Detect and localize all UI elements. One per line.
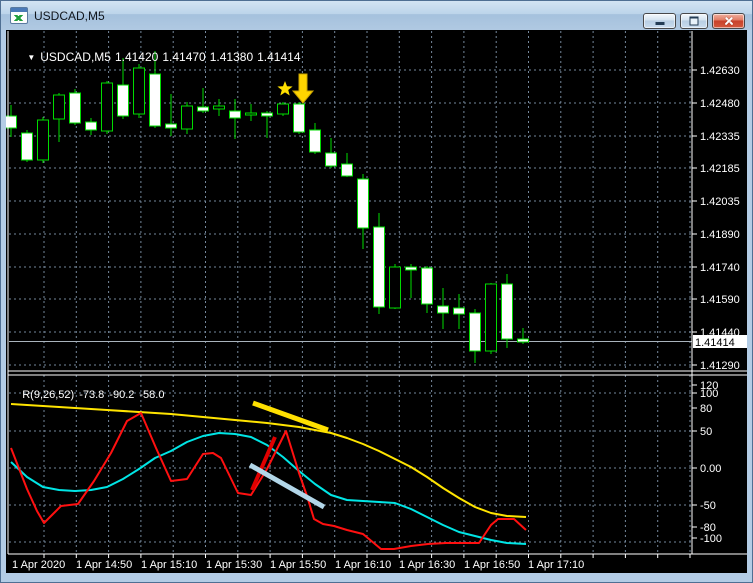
candle-body (85, 121, 97, 131)
time-axis-label: 1 Apr 2020 (12, 559, 65, 571)
candle-body (485, 283, 497, 352)
price-axis-label: 1.42630 (700, 65, 740, 77)
price-axis-label: 1.42035 (700, 196, 740, 208)
quote-open: 1.41420 (114, 50, 159, 64)
chart-window: USDCAD,M5 1.42630 1.42480 1.42335 1.42185 1.… (0, 0, 753, 583)
candle-body (53, 94, 65, 120)
candle-body (165, 123, 177, 129)
candle-body (197, 106, 209, 112)
candle-body (341, 163, 353, 177)
chart-canvas[interactable]: 1.42630 1.42480 1.42335 1.42185 1.42035 1.418… (6, 30, 747, 573)
candle-body (117, 84, 129, 117)
minimize-icon (655, 22, 664, 25)
chart-app-icon (10, 7, 28, 24)
candle-body (309, 129, 321, 153)
indicator-value-1: -73.8 (79, 389, 105, 401)
candle-body (405, 266, 417, 271)
candle-body (501, 283, 513, 340)
time-axis-label: 1 Apr 15:30 (206, 559, 262, 571)
trendline-lightblue (248, 462, 326, 510)
title-bar[interactable]: USDCAD,M5 (1, 1, 752, 30)
collapse-marker-icon[interactable]: ▼ (27, 53, 35, 62)
quote-symbol: USDCAD,M5 (40, 50, 111, 64)
price-axis-label: 1.41740 (700, 262, 740, 274)
price-box-label: 1.41414 (695, 337, 735, 349)
restore-icon (689, 16, 699, 26)
quote-close: 1.41414 (257, 50, 301, 64)
minimize-button[interactable] (643, 13, 676, 29)
star-object[interactable] (277, 81, 293, 96)
indicator-axis-label: 50 (700, 426, 712, 438)
indicator-axis-label: 80 (700, 403, 712, 415)
close-button[interactable] (712, 13, 745, 29)
price-axis-label: 1.42335 (700, 131, 740, 143)
candle-body (325, 152, 337, 167)
candle-body (453, 307, 465, 315)
candle-body (277, 103, 289, 115)
indicator-axis-label: -50 (700, 500, 716, 512)
time-axis-label: 1 Apr 16:10 (335, 559, 391, 571)
candle-body (437, 305, 449, 314)
time-axis-label: 1 Apr 17:10 (528, 559, 584, 571)
window-title: USDCAD,M5 (34, 8, 105, 23)
price-axis-label: 1.41890 (700, 229, 740, 241)
candle-body (469, 312, 481, 352)
quote-high: 1.41470 (162, 50, 206, 64)
close-icon (723, 15, 735, 27)
candle-body (373, 226, 385, 308)
candle-body (69, 92, 81, 124)
indicator-value-3: -58.0 (139, 389, 165, 401)
candle-body (37, 119, 49, 161)
indicator-line (10, 403, 527, 518)
candle-body (21, 132, 33, 161)
price-axis-label: 1.41590 (700, 294, 740, 306)
price-axis-label: 1.42480 (700, 98, 740, 110)
candle-body (213, 105, 225, 110)
restore-button[interactable] (680, 13, 708, 29)
candle-body (517, 338, 529, 343)
time-axis-label: 1 Apr 15:10 (141, 559, 197, 571)
indicator-axis-label: 100 (700, 388, 718, 400)
candle-body (261, 112, 273, 117)
candle-body (149, 73, 161, 127)
price-axis-label: 1.41290 (700, 360, 740, 372)
candle-body (101, 82, 113, 132)
candle-body (357, 178, 369, 229)
candle-body (229, 110, 241, 119)
trendline-red (250, 436, 277, 491)
quote-low: 1.41380 (209, 50, 254, 64)
quote-header: ▼ USDCAD,M5 1.41420 1.41470 1.41380 1.41414 (14, 36, 305, 78)
time-axis-label: 1 Apr 15:50 (270, 559, 326, 571)
price-axis-label: 1.42185 (700, 163, 740, 175)
time-axis-label: 1 Apr 14:50 (76, 559, 132, 571)
indicator-axis-label: 0.00 (700, 463, 721, 475)
candle-body (181, 105, 193, 130)
indicator-name: R(9,26,52) (22, 389, 75, 401)
candle-body (389, 266, 401, 309)
indicator-axis-label: -100 (700, 533, 722, 545)
time-axis-label: 1 Apr 16:30 (399, 559, 455, 571)
candle-body (421, 267, 433, 305)
time-axis-label: 1 Apr 16:50 (464, 559, 520, 571)
sell-arrow-object[interactable] (291, 73, 315, 104)
candle-body (245, 112, 257, 116)
indicator-header: R(9,26,52) -73.8 -90.2 -58.0 (10, 377, 169, 413)
chart-content: 1.42630 1.42480 1.42335 1.42185 1.42035 1.418… (6, 30, 747, 573)
candle-body (293, 103, 305, 133)
indicator-value-2: -90.2 (109, 389, 135, 401)
